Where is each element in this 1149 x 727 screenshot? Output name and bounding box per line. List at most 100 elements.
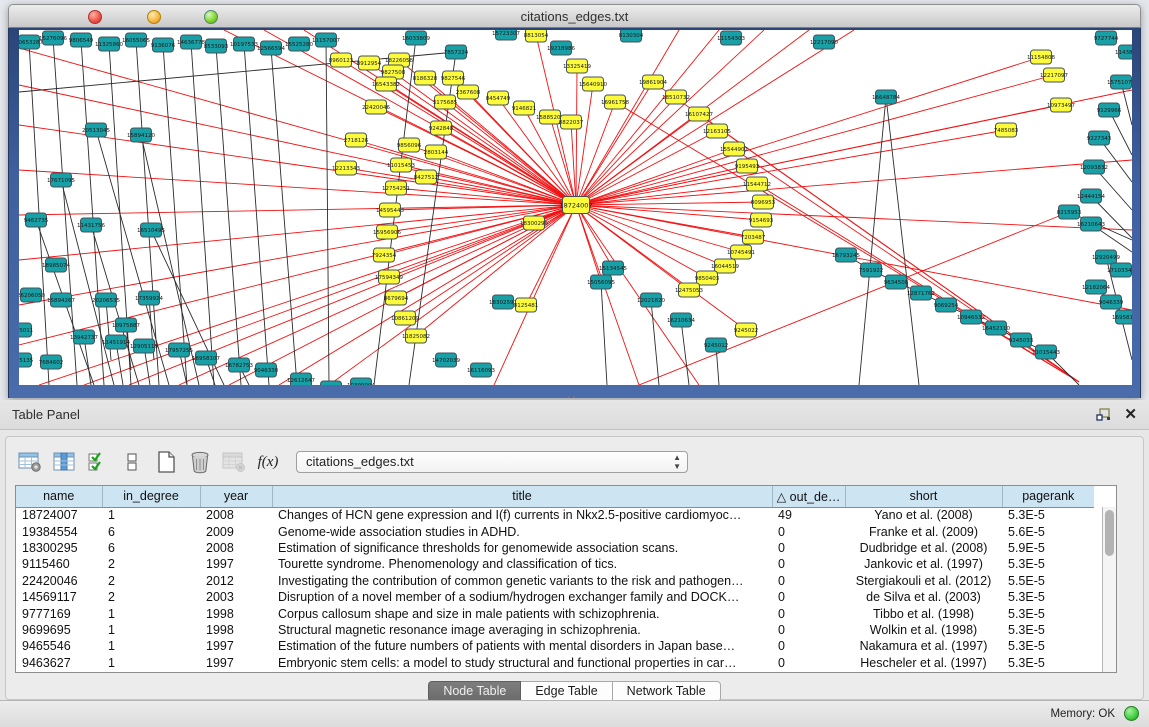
table-row[interactable]: 1872400712008Changes of HCN gene express… [16, 507, 1094, 523]
cell-title[interactable]: Structural magnetic resonance image aver… [272, 622, 772, 638]
cell-short[interactable]: Yano et al. (2008) [845, 507, 1002, 523]
cell-title[interactable]: Estimation of the future numbers of pati… [272, 638, 772, 654]
graph-node[interactable]: 9136076 [151, 38, 176, 52]
cell-title[interactable]: Genome-wide association studies in ADHD. [272, 523, 772, 539]
cell-name[interactable]: 9115460 [16, 556, 102, 572]
graph-node[interactable]: 7485083 [994, 123, 1019, 137]
table-header-row[interactable]: namein_degreeyeartitle△ out_de…shortpage… [16, 486, 1094, 507]
cell-short[interactable]: Jankovic et al. (1997) [845, 556, 1002, 572]
merge-rows-icon[interactable] [118, 448, 146, 476]
cell-year[interactable]: 2009 [200, 523, 272, 539]
graph-node[interactable]: 9806549 [69, 33, 94, 47]
graph-node[interactable]: 12093832 [1080, 160, 1108, 174]
graph-node[interactable]: 17359924 [135, 291, 163, 305]
cell-short[interactable]: de Silva et al. (2003) [845, 589, 1002, 605]
graph-node[interactable]: 8960123 [329, 53, 354, 67]
graph-node[interactable]: 11015443 [1032, 345, 1060, 359]
graph-node[interactable]: 11154808 [1027, 50, 1055, 64]
cell-short[interactable]: Wolkin et al. (1998) [845, 622, 1002, 638]
graph-node[interactable]: 16210643 [1077, 217, 1105, 231]
tab-edge-table[interactable]: Edge Table [521, 681, 612, 702]
cell-year[interactable]: 2008 [200, 540, 272, 556]
graph-node[interactable]: 15894120 [127, 128, 155, 142]
graph-node[interactable]: 8096953 [751, 195, 776, 209]
graph-node[interactable]: 9154693 [749, 213, 774, 227]
graph-node[interactable]: 16107427 [685, 107, 713, 121]
graph-node[interactable]: 7591922 [859, 263, 884, 277]
graph-node[interactable]: 11451914 [102, 335, 130, 349]
graph-node[interactable]: 9129966 [1097, 103, 1122, 117]
cell-in_degree[interactable]: 1 [102, 605, 200, 621]
graph-node[interactable]: 9069254 [934, 298, 959, 312]
graph-node[interactable]: 9227343 [1087, 131, 1112, 145]
graph-node[interactable]: 16452110 [982, 321, 1010, 335]
cell-in_degree[interactable]: 2 [102, 589, 200, 605]
graph-node[interactable]: 15525280 [285, 37, 313, 51]
graph-node[interactable]: 16961758 [601, 95, 629, 109]
function-builder-icon[interactable]: f(x) [254, 448, 282, 476]
cell-in_degree[interactable]: 1 [102, 507, 200, 523]
graph-node[interactable]: 10745491 [727, 245, 755, 259]
cell-in_degree[interactable]: 1 [102, 655, 200, 671]
table-row[interactable]: 977716911998Corpus callosum shape and si… [16, 605, 1094, 621]
graph-node[interactable]: 7684602 [39, 355, 64, 369]
graph-node[interactable]: 16210634 [667, 313, 695, 327]
graph-node[interactable]: 8912954 [357, 56, 382, 70]
graph-node[interactable]: 19218986 [547, 41, 575, 55]
graph-node[interactable]: 13325419 [563, 59, 591, 73]
graph-node[interactable]: 17103340 [1107, 263, 1132, 277]
graph-node[interactable]: 16452998 [317, 381, 345, 385]
graph-node[interactable]: 1915011 [19, 323, 33, 337]
graph-node[interactable]: 7857224 [444, 45, 469, 59]
graph-node[interactable]: 15640910 [579, 77, 607, 91]
graph-node[interactable]: 12444154 [1077, 189, 1105, 203]
cell-year[interactable]: 2003 [200, 589, 272, 605]
cell-out_degree[interactable]: 0 [772, 589, 845, 605]
cell-out_degree[interactable]: 0 [772, 655, 845, 671]
graph-node[interactable]: 18300295 [520, 216, 548, 230]
column-header-out_degree[interactable]: △ out_de… [772, 486, 845, 507]
tab-network-table[interactable]: Network Table [613, 681, 721, 702]
graph-node[interactable]: 15751074 [1107, 75, 1132, 89]
graph-node[interactable]: 12217090 [810, 35, 838, 49]
cell-out_degree[interactable]: 0 [772, 605, 845, 621]
cell-out_degree[interactable]: 49 [772, 507, 845, 523]
graph-node[interactable]: 11325860 [95, 37, 123, 51]
cell-in_degree[interactable]: 6 [102, 523, 200, 539]
graph-node[interactable]: 17594349 [375, 270, 403, 284]
cell-out_degree[interactable]: 0 [772, 540, 845, 556]
column-header-name[interactable]: name [16, 486, 102, 507]
cell-year[interactable]: 1998 [200, 605, 272, 621]
new-table-icon[interactable] [152, 448, 180, 476]
graph-node[interactable]: 16958107 [192, 351, 220, 365]
cell-name[interactable]: 18724007 [16, 507, 102, 523]
graph-node[interactable]: 8427512 [414, 170, 439, 184]
graph-node[interactable]: 8125481 [514, 298, 539, 312]
graph-node[interactable]: 15894267 [47, 293, 75, 307]
scrollbar-thumb[interactable] [1105, 510, 1114, 556]
graph-node[interactable]: 5905135 [19, 353, 34, 367]
graph-node[interactable]: 12871762 [907, 286, 935, 300]
graph-node[interactable]: 12163105 [703, 124, 731, 138]
select-rows-icon[interactable] [84, 448, 112, 476]
cell-pagerank[interactable]: 5.3E-5 [1002, 638, 1094, 654]
cell-name[interactable]: 9699695 [16, 622, 102, 638]
graph-node[interactable]: 9245022 [734, 323, 759, 337]
cell-name[interactable]: 22420046 [16, 573, 102, 589]
column-header-short[interactable]: short [845, 486, 1002, 507]
table-row[interactable]: 911546021997Tourette syndrome. Phenomeno… [16, 556, 1094, 572]
graph-node[interactable]: 18985074 [42, 258, 70, 272]
graph-node[interactable]: 20206535 [92, 293, 120, 307]
cell-name[interactable]: 18300295 [16, 540, 102, 556]
graph-node[interactable]: 8454749 [486, 91, 511, 105]
table-row[interactable]: 1938455462009Genome-wide association stu… [16, 523, 1094, 539]
graph-node[interactable]: 12217097 [1040, 68, 1068, 82]
cell-pagerank[interactable]: 5.6E-5 [1002, 523, 1094, 539]
cell-in_degree[interactable]: 1 [102, 638, 200, 654]
graph-node[interactable]: 11544712 [743, 177, 771, 191]
cell-pagerank[interactable]: 5.5E-5 [1002, 573, 1094, 589]
cell-title[interactable]: Embryonic stem cells: a model to study s… [272, 655, 772, 671]
graph-node[interactable]: 11154303 [717, 31, 745, 45]
cell-title[interactable]: Estimation of significance thresholds fo… [272, 540, 772, 556]
graph-node[interactable]: 2803144 [424, 145, 449, 159]
